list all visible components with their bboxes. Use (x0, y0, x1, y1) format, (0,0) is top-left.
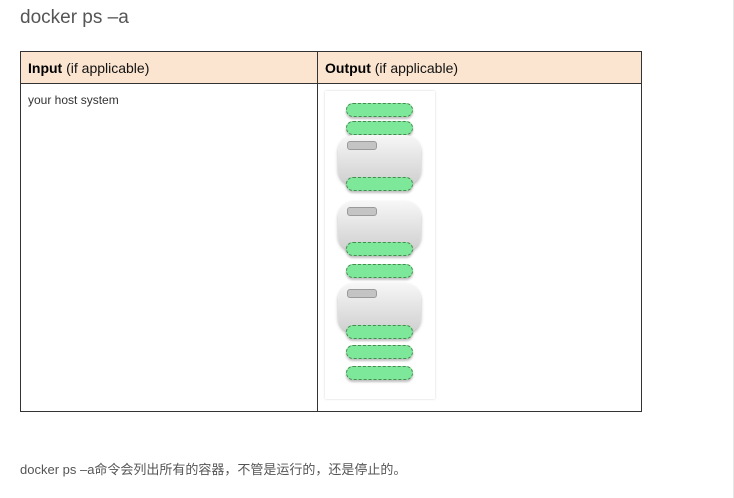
container-tab (347, 289, 377, 298)
input-cell: your host system (20, 83, 318, 412)
table-row: your host system (20, 83, 642, 412)
image-layer (346, 264, 413, 278)
output-header-bold: Output (325, 59, 371, 76)
container-tab (347, 207, 377, 216)
containers-diagram (325, 91, 435, 399)
page-title: docker ps –a (20, 7, 129, 28)
input-header-note: (if applicable) (62, 59, 150, 76)
input-text: your host system (28, 93, 119, 107)
output-header: Output (if applicable) (317, 51, 642, 84)
image-layer (346, 103, 413, 117)
output-cell (317, 83, 642, 412)
image-layer (346, 177, 413, 191)
description-text: docker ps –a命令会列出所有的容器，不管是运行的，还是停止的。 (20, 462, 407, 477)
page: docker ps –a Input (if applicable) Outpu… (0, 0, 734, 498)
image-layer (346, 325, 413, 339)
output-header-note: (if applicable) (370, 59, 459, 76)
io-table: Input (if applicable) Output (if applica… (20, 51, 642, 412)
image-layer (346, 345, 413, 359)
input-header-bold: Input (28, 59, 63, 76)
container-tab (347, 141, 377, 150)
input-header: Input (if applicable) (20, 51, 318, 84)
image-layer (346, 121, 413, 135)
table-header-row: Input (if applicable) Output (if applica… (20, 51, 642, 84)
image-layer (346, 242, 413, 256)
image-layer (346, 366, 413, 380)
